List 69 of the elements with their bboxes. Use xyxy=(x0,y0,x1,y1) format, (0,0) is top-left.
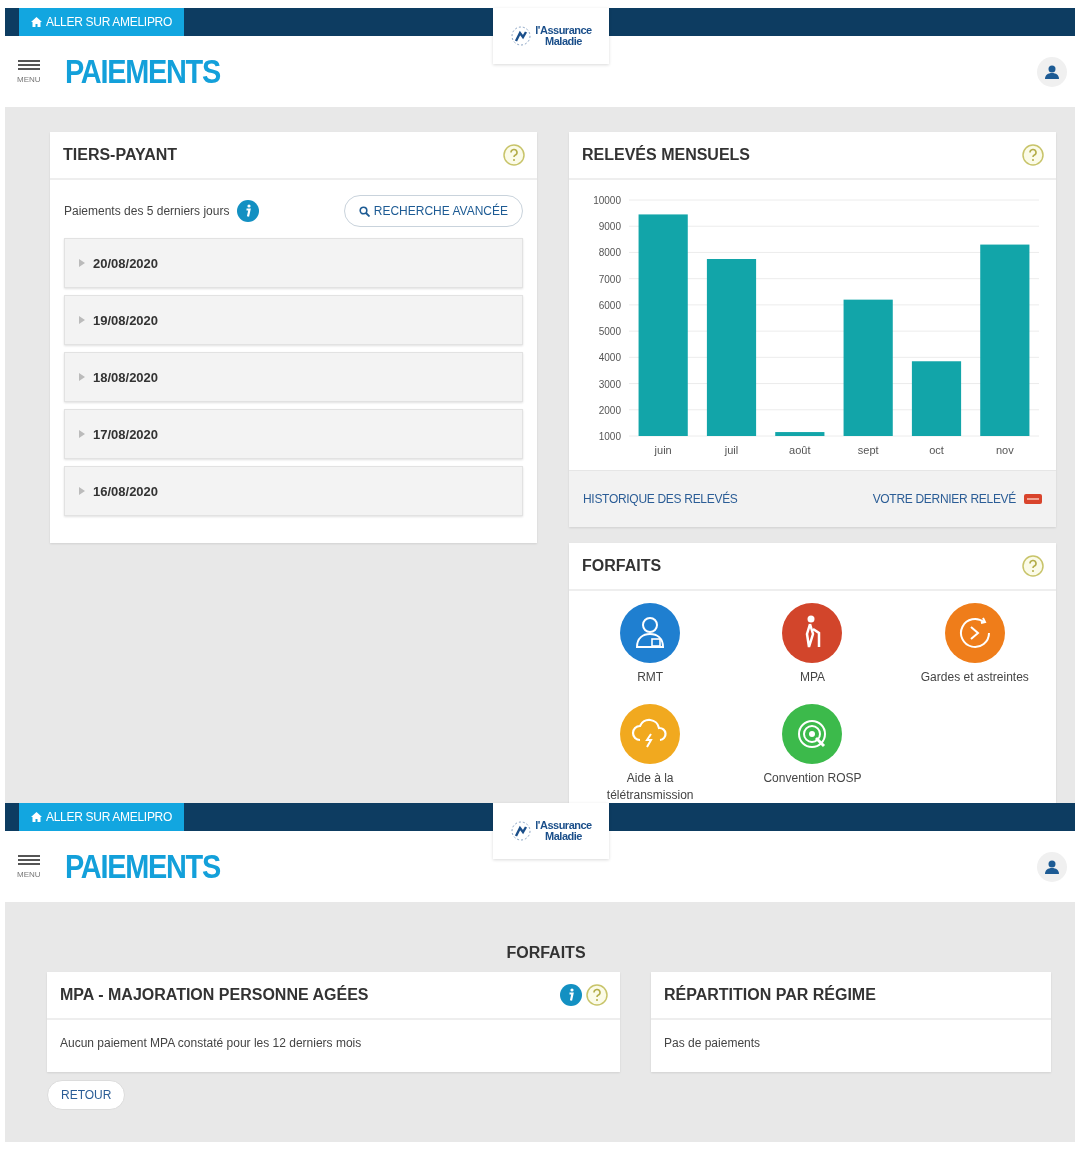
x-tick-label: sept xyxy=(857,444,879,456)
logo-emblem-icon xyxy=(510,820,533,842)
card-title: RELEVÉS MENSUELS xyxy=(582,146,752,164)
help-icon[interactable] xyxy=(1022,144,1044,166)
last-statement-link[interactable]: VOTRE DERNIER RELEVÉ xyxy=(872,492,1016,506)
card-message: Pas de paiements xyxy=(663,1035,762,1052)
date-accordion-row[interactable]: 16/08/2020 xyxy=(64,466,523,516)
forfait-tile[interactable]: RMT xyxy=(569,603,732,686)
history-link[interactable]: HISTORIQUE DES RELEVÉS xyxy=(583,492,738,506)
forfait-tile[interactable]: Convention ROSP xyxy=(731,704,894,803)
y-tick-label: 7000 xyxy=(598,273,621,285)
card-title: TIERS-PAYANT xyxy=(63,146,179,164)
date-accordion-row[interactable]: 17/08/2020 xyxy=(64,409,523,459)
forfait-tile[interactable]: Gardes et astreintes xyxy=(893,603,1056,686)
date-accordion-row[interactable]: 20/08/2020 xyxy=(64,238,523,288)
y-tick-label: 9000 xyxy=(598,221,621,233)
page-title: PAIEMENTS xyxy=(64,52,220,91)
caret-icon xyxy=(79,259,85,267)
x-tick-label: août xyxy=(789,444,811,456)
y-tick-label: 6000 xyxy=(598,299,621,311)
home-icon xyxy=(31,812,42,822)
user-button[interactable] xyxy=(1037,851,1067,882)
y-tick-label: 2000 xyxy=(598,404,621,416)
y-tick-label: 4000 xyxy=(598,352,621,364)
logo-text: l'Assurance xyxy=(535,25,592,36)
advanced-search-button[interactable]: RECHERCHE AVANCÉE xyxy=(343,195,523,227)
card-title: FORFAITS xyxy=(582,557,663,575)
menu-button[interactable]: MENU xyxy=(17,59,41,84)
date-accordion-row[interactable]: 19/08/2020 xyxy=(64,295,523,345)
x-tick-label: nov xyxy=(995,444,1014,456)
card-message: Aucun paiement MPA constaté pour les 12 derniers mois xyxy=(59,1035,363,1052)
pdf-icon xyxy=(1024,494,1042,504)
x-tick-label: juil xyxy=(724,444,739,456)
logo-text: l'Assurance xyxy=(535,820,592,831)
home-icon xyxy=(31,17,42,27)
subtitle: Paiements des 5 derniers jours xyxy=(64,204,230,218)
x-tick-label: juin xyxy=(654,444,672,456)
info-icon[interactable] xyxy=(237,200,260,222)
caret-icon xyxy=(79,430,85,438)
user-button[interactable] xyxy=(1037,56,1067,87)
caret-icon xyxy=(79,316,85,324)
logo-emblem-icon xyxy=(510,25,533,47)
chart-bar xyxy=(775,432,825,436)
y-tick-label: 10000 xyxy=(593,195,621,206)
section-title: FORFAITS xyxy=(505,944,587,962)
info-icon[interactable] xyxy=(560,984,582,1006)
card-title: MPA - MAJORATION PERSONNE AGÉES xyxy=(60,986,370,1004)
caret-icon xyxy=(79,487,85,495)
forfait-tile[interactable]: Aide à la télétransmission xyxy=(569,704,732,803)
menu-button[interactable]: MENU xyxy=(17,854,41,879)
page-title: PAIEMENTS xyxy=(64,847,220,886)
y-tick-label: 3000 xyxy=(598,378,621,390)
user-icon xyxy=(1044,63,1060,80)
help-icon[interactable] xyxy=(586,984,608,1006)
help-icon[interactable] xyxy=(503,144,525,166)
user-icon xyxy=(1044,858,1060,875)
help-icon[interactable] xyxy=(1022,555,1044,577)
logo-text: Maladie xyxy=(545,831,582,842)
search-icon xyxy=(358,205,370,217)
logo-text: Maladie xyxy=(545,36,582,47)
y-tick-label: 1000 xyxy=(598,431,621,442)
caret-icon xyxy=(79,373,85,381)
date-accordion-row[interactable]: 18/08/2020 xyxy=(64,352,523,402)
forfait-tile[interactable]: MPA xyxy=(731,603,894,686)
back-button[interactable]: RETOUR xyxy=(47,1080,126,1110)
y-tick-label: 8000 xyxy=(598,247,621,259)
card-title: RÉPARTITION PAR RÉGIME xyxy=(664,986,877,1004)
x-tick-label: oct xyxy=(929,444,944,456)
y-tick-label: 5000 xyxy=(598,326,621,338)
